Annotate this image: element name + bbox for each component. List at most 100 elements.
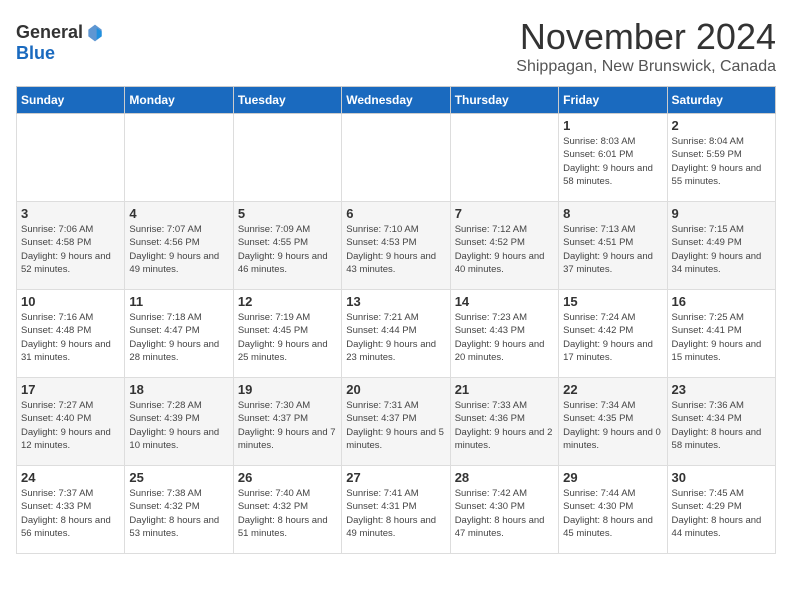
header-day-friday: Friday [559,87,667,114]
day-info: Sunrise: 7:34 AM Sunset: 4:35 PM Dayligh… [563,399,662,452]
day-info: Sunrise: 7:10 AM Sunset: 4:53 PM Dayligh… [346,223,445,276]
location-title: Shippagan, New Brunswick, Canada [516,58,776,76]
header-day-wednesday: Wednesday [342,87,450,114]
title-area: November 2024 Shippagan, New Brunswick, … [516,16,776,76]
day-info: Sunrise: 7:36 AM Sunset: 4:34 PM Dayligh… [672,399,771,452]
header-day-thursday: Thursday [450,87,558,114]
header-day-monday: Monday [125,87,233,114]
calendar-cell: 15Sunrise: 7:24 AM Sunset: 4:42 PM Dayli… [559,290,667,378]
calendar-cell: 29 Sunrise: 7:44 AM Sunset: 4:30 PM Dayli… [559,466,667,554]
calendar-cell: 6 Sunrise: 7:10 AM Sunset: 4:53 PM Daylig… [342,202,450,290]
header: General Blue November 2024 Shippagan, Ne… [16,16,776,76]
header-day-tuesday: Tuesday [233,87,341,114]
calendar-cell: 11 Sunrise: 7:18 AM Sunset: 4:47 PM Dayli… [125,290,233,378]
calendar-cell [342,114,450,202]
calendar-cell: 13 Sunrise: 7:21 AM Sunset: 4:44 PM Dayli… [342,290,450,378]
calendar-table: SundayMondayTuesdayWednesdayThursdayFrid… [16,86,776,554]
day-number: 23 [672,382,771,397]
day-number: 26 [238,470,337,485]
calendar-cell: 22Sunrise: 7:34 AM Sunset: 4:35 PM Dayli… [559,378,667,466]
day-number: 29 [563,470,662,485]
day-info: Sunrise: 7:24 AM Sunset: 4:42 PM Dayligh… [563,311,662,364]
day-number: 27 [346,470,445,485]
day-number: 8 [563,206,662,221]
calendar-cell: 16 Sunrise: 7:25 AM Sunset: 4:41 PM Dayli… [667,290,775,378]
calendar-cell: 27 Sunrise: 7:41 AM Sunset: 4:31 PM Dayli… [342,466,450,554]
calendar-cell [233,114,341,202]
calendar-cell: 28Sunrise: 7:42 AM Sunset: 4:30 PM Dayli… [450,466,558,554]
day-info: Sunrise: 8:04 AM Sunset: 5:59 PM Dayligh… [672,135,771,188]
day-number: 4 [129,206,228,221]
day-info: Sunrise: 7:21 AM Sunset: 4:44 PM Dayligh… [346,311,445,364]
week-row-2: 3 Sunrise: 7:06 AM Sunset: 4:58 PM Daylig… [17,202,776,290]
calendar-cell: 8 Sunrise: 7:13 AM Sunset: 4:51 PM Daylig… [559,202,667,290]
calendar-cell: 14 Sunrise: 7:23 AM Sunset: 4:43 PM Dayli… [450,290,558,378]
calendar-cell: 25Sunrise: 7:38 AM Sunset: 4:32 PM Dayli… [125,466,233,554]
calendar-cell: 26 Sunrise: 7:40 AM Sunset: 4:32 PM Dayli… [233,466,341,554]
day-info: Sunrise: 7:09 AM Sunset: 4:55 PM Dayligh… [238,223,337,276]
calendar-cell: 4Sunrise: 7:07 AM Sunset: 4:56 PM Daylig… [125,202,233,290]
month-title: November 2024 [516,16,776,58]
day-number: 30 [672,470,771,485]
day-info: Sunrise: 7:13 AM Sunset: 4:51 PM Dayligh… [563,223,662,276]
day-number: 10 [21,294,120,309]
day-info: Sunrise: 7:28 AM Sunset: 4:39 PM Dayligh… [129,399,228,452]
calendar-cell: 18 Sunrise: 7:28 AM Sunset: 4:39 PM Dayli… [125,378,233,466]
day-number: 1 [563,118,662,133]
day-number: 14 [455,294,554,309]
header-day-saturday: Saturday [667,87,775,114]
header-day-sunday: Sunday [17,87,125,114]
day-info: Sunrise: 7:25 AM Sunset: 4:41 PM Dayligh… [672,311,771,364]
day-info: Sunrise: 7:16 AM Sunset: 4:48 PM Dayligh… [21,311,120,364]
week-row-3: 10 Sunrise: 7:16 AM Sunset: 4:48 PM Dayli… [17,290,776,378]
calendar-cell: 1 Sunrise: 8:03 AM Sunset: 6:01 PM Daylig… [559,114,667,202]
calendar-cell: 17 Sunrise: 7:27 AM Sunset: 4:40 PM Dayli… [17,378,125,466]
calendar-cell [17,114,125,202]
day-number: 19 [238,382,337,397]
calendar-cell: 7Sunrise: 7:12 AM Sunset: 4:52 PM Daylig… [450,202,558,290]
day-info: Sunrise: 7:15 AM Sunset: 4:49 PM Dayligh… [672,223,771,276]
calendar-cell: 10 Sunrise: 7:16 AM Sunset: 4:48 PM Dayli… [17,290,125,378]
day-number: 17 [21,382,120,397]
day-info: Sunrise: 7:27 AM Sunset: 4:40 PM Dayligh… [21,399,120,452]
calendar-cell: 9 Sunrise: 7:15 AM Sunset: 4:49 PM Daylig… [667,202,775,290]
calendar-cell: 23 Sunrise: 7:36 AM Sunset: 4:34 PM Dayli… [667,378,775,466]
day-number: 13 [346,294,445,309]
day-info: Sunrise: 7:19 AM Sunset: 4:45 PM Dayligh… [238,311,337,364]
day-number: 6 [346,206,445,221]
calendar-cell: 30Sunrise: 7:45 AM Sunset: 4:29 PM Dayli… [667,466,775,554]
day-info: Sunrise: 7:40 AM Sunset: 4:32 PM Dayligh… [238,487,337,540]
day-number: 16 [672,294,771,309]
logo: General Blue [16,22,105,64]
day-number: 25 [129,470,228,485]
calendar-cell: 21 Sunrise: 7:33 AM Sunset: 4:36 PM Dayli… [450,378,558,466]
day-info: Sunrise: 7:23 AM Sunset: 4:43 PM Dayligh… [455,311,554,364]
header-row: SundayMondayTuesdayWednesdayThursdayFrid… [17,87,776,114]
week-row-4: 17 Sunrise: 7:27 AM Sunset: 4:40 PM Dayli… [17,378,776,466]
day-info: Sunrise: 7:42 AM Sunset: 4:30 PM Dayligh… [455,487,554,540]
day-number: 21 [455,382,554,397]
day-number: 3 [21,206,120,221]
day-info: Sunrise: 8:03 AM Sunset: 6:01 PM Dayligh… [563,135,662,188]
day-number: 20 [346,382,445,397]
day-number: 9 [672,206,771,221]
day-info: Sunrise: 7:30 AM Sunset: 4:37 PM Dayligh… [238,399,337,452]
week-row-1: 1 Sunrise: 8:03 AM Sunset: 6:01 PM Daylig… [17,114,776,202]
day-info: Sunrise: 7:18 AM Sunset: 4:47 PM Dayligh… [129,311,228,364]
day-info: Sunrise: 7:41 AM Sunset: 4:31 PM Dayligh… [346,487,445,540]
logo-general-text: General [16,22,83,43]
calendar-cell: 12Sunrise: 7:19 AM Sunset: 4:45 PM Dayli… [233,290,341,378]
calendar-cell: 3 Sunrise: 7:06 AM Sunset: 4:58 PM Daylig… [17,202,125,290]
calendar-cell [125,114,233,202]
day-number: 18 [129,382,228,397]
day-number: 24 [21,470,120,485]
day-number: 11 [129,294,228,309]
day-info: Sunrise: 7:06 AM Sunset: 4:58 PM Dayligh… [21,223,120,276]
day-info: Sunrise: 7:33 AM Sunset: 4:36 PM Dayligh… [455,399,554,452]
logo-icon [85,23,105,43]
calendar-header: SundayMondayTuesdayWednesdayThursdayFrid… [17,87,776,114]
calendar-cell: 24Sunrise: 7:37 AM Sunset: 4:33 PM Dayli… [17,466,125,554]
day-info: Sunrise: 7:44 AM Sunset: 4:30 PM Dayligh… [563,487,662,540]
day-number: 5 [238,206,337,221]
day-info: Sunrise: 7:12 AM Sunset: 4:52 PM Dayligh… [455,223,554,276]
